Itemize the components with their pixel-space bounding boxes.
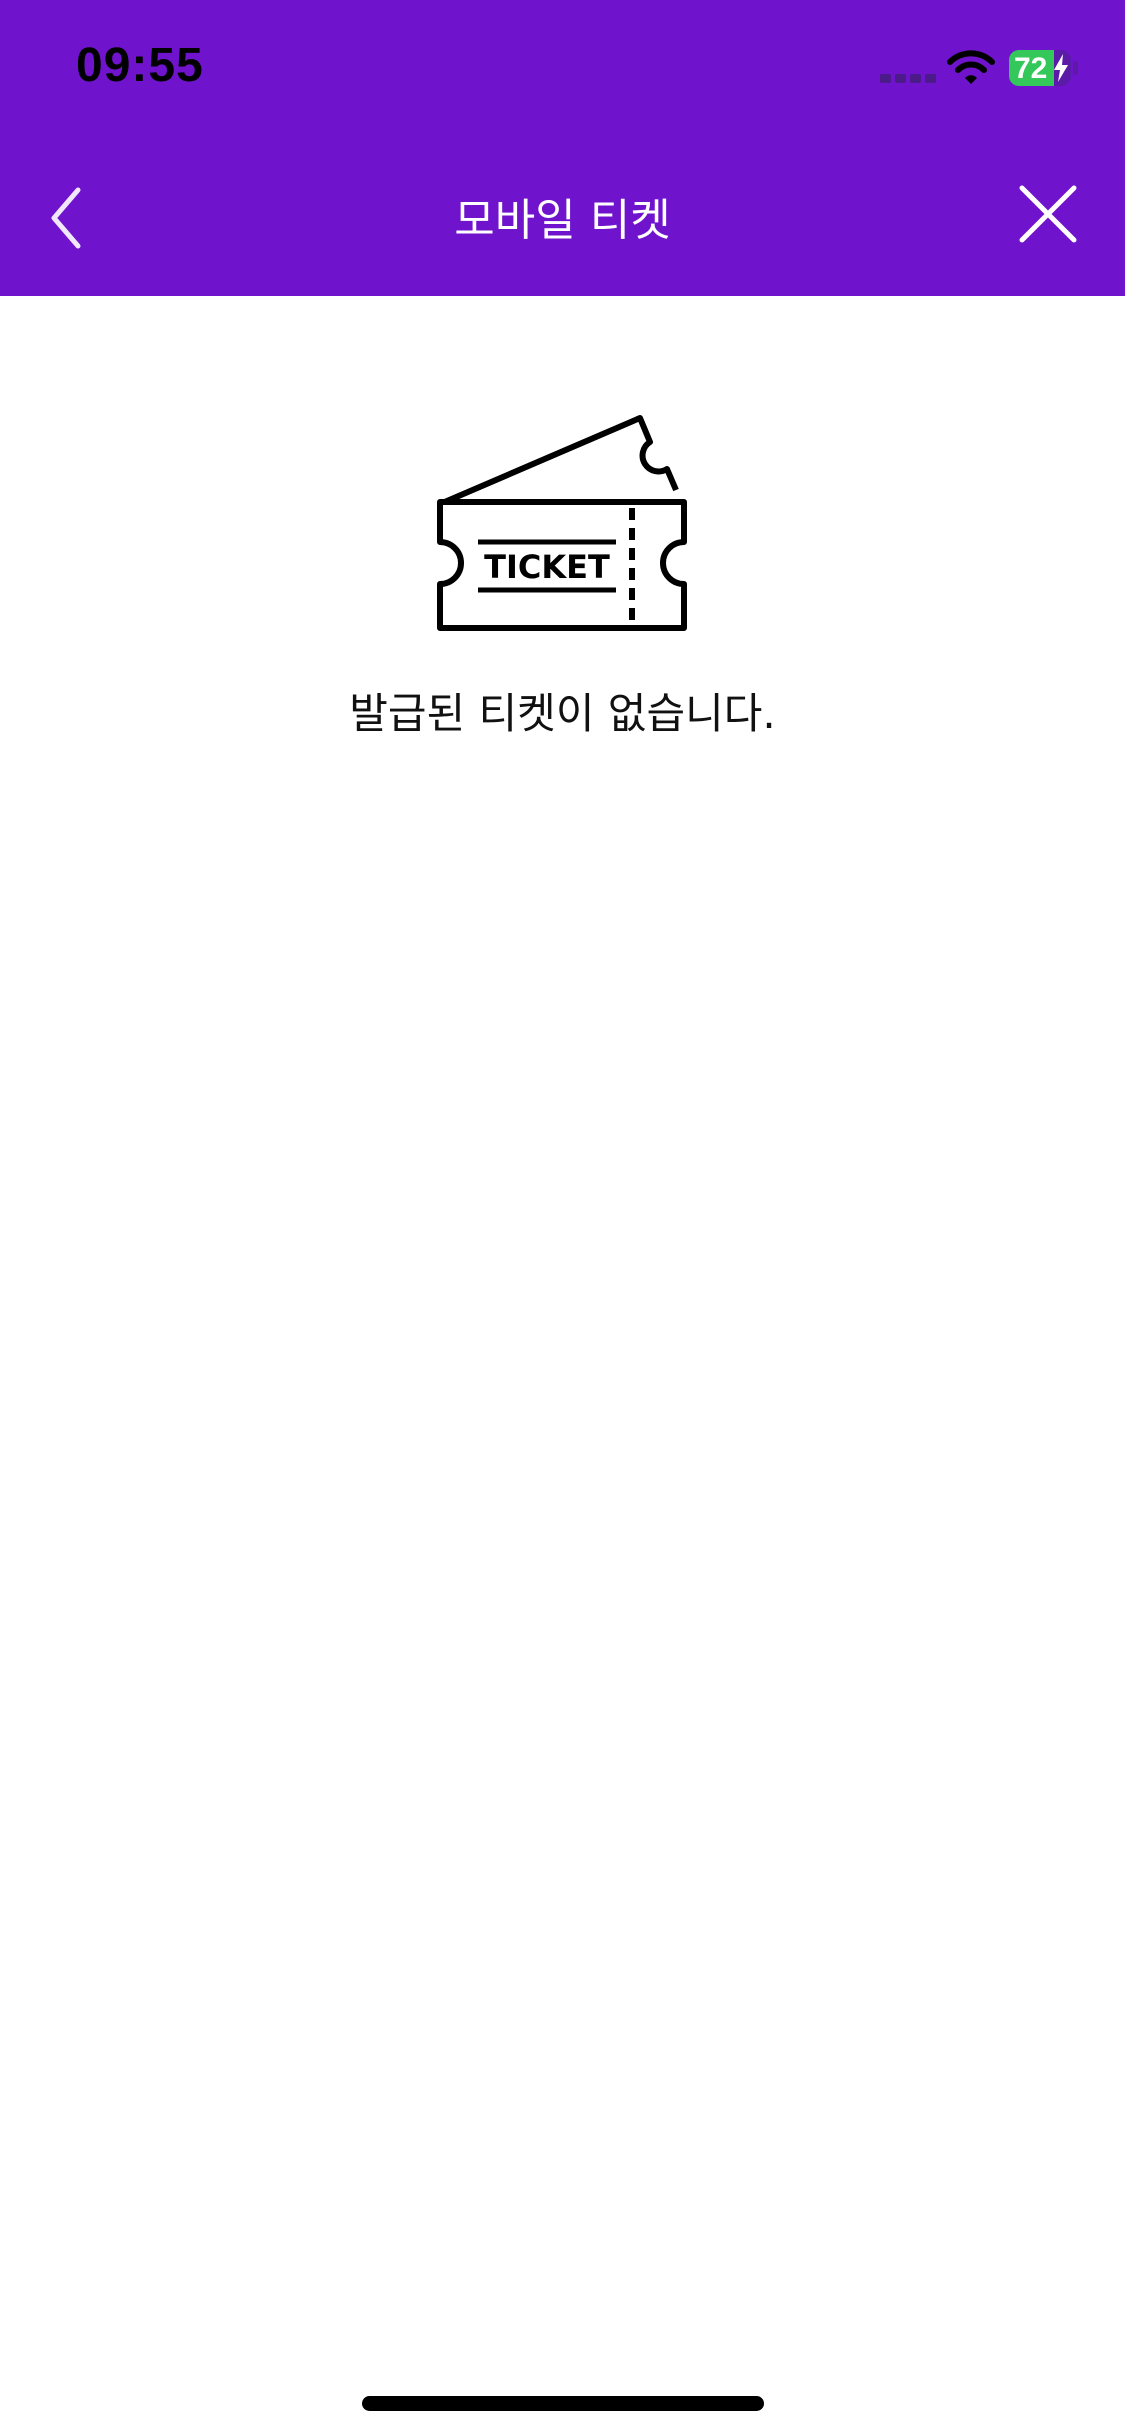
signal-icon bbox=[880, 74, 936, 83]
wifi-icon bbox=[947, 50, 995, 84]
home-indicator[interactable] bbox=[362, 2396, 764, 2411]
charging-bolt-icon bbox=[1054, 54, 1068, 82]
page-title: 모바일 티켓 bbox=[454, 195, 671, 246]
close-icon bbox=[1019, 185, 1077, 243]
status-bar: 09:55 72 bbox=[0, 0, 1125, 140]
battery-percent: 72 bbox=[1014, 52, 1048, 85]
battery-icon: 72 bbox=[1009, 50, 1071, 86]
ticket-label: TICKET bbox=[484, 548, 610, 586]
empty-state-message: 발급된 티켓이 없습니다. bbox=[349, 689, 776, 738]
battery-cap bbox=[1073, 61, 1078, 75]
status-time: 09:55 bbox=[76, 39, 204, 92]
close-button[interactable] bbox=[1010, 176, 1086, 252]
ticket-icon: TICKET bbox=[437, 415, 687, 631]
navigation-bar: 모바일 티켓 bbox=[0, 140, 1125, 296]
